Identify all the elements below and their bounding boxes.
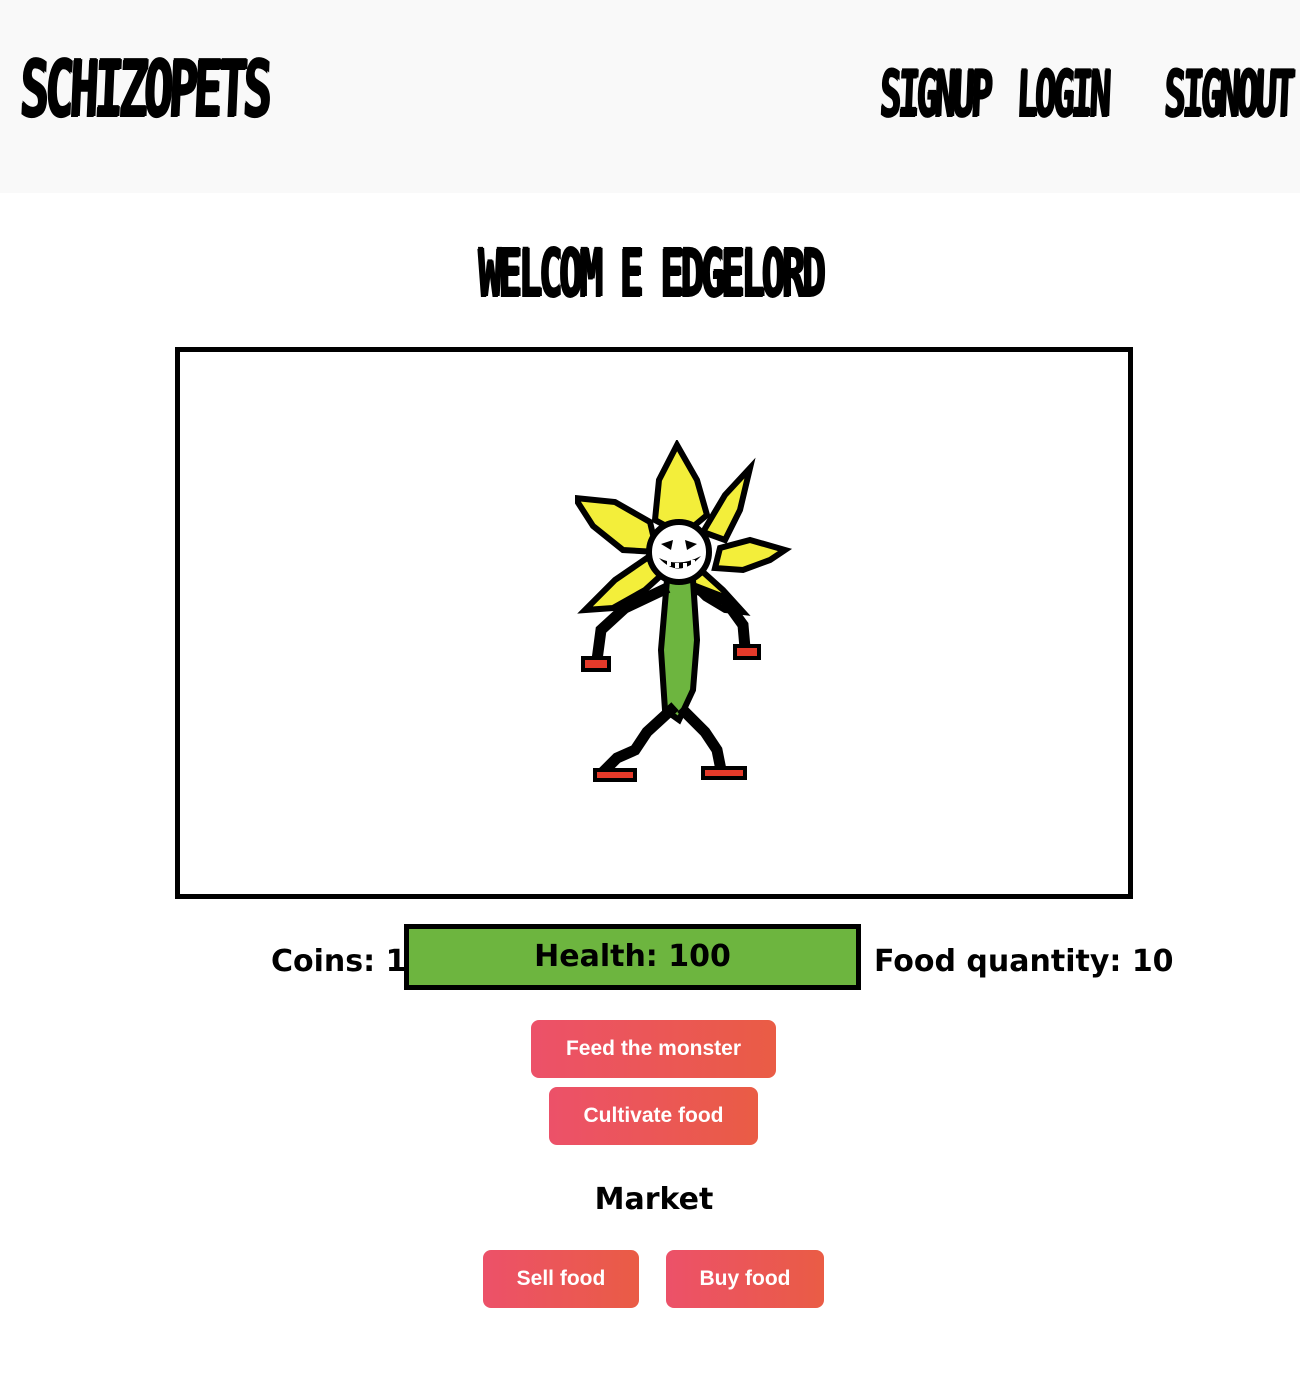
flower-monster-icon — [575, 440, 793, 782]
main-nav: SIGNUP LOGIN SIGNOUT — [842, 57, 1293, 131]
monster-stage — [175, 347, 1133, 899]
health-bar: Health: 100 — [404, 924, 861, 990]
nav-signup-link[interactable]: SIGNUP — [878, 57, 990, 131]
brand-logo[interactable]: SCHIZOPETS — [18, 44, 270, 134]
food-quantity: Food quantity: 10 — [874, 944, 1174, 979]
market-heading: Market — [594, 1182, 714, 1217]
coins-counter: Coins: 1 — [271, 944, 407, 979]
sell-food-button[interactable]: Sell food — [483, 1250, 639, 1308]
header-bar: SCHIZOPETS SIGNUP LOGIN SIGNOUT — [0, 0, 1300, 193]
nav-login-link[interactable]: LOGIN — [1015, 57, 1109, 131]
nav-signout-link[interactable]: SIGNOUT — [1163, 57, 1293, 131]
health-label: Health: 100 — [534, 939, 731, 974]
welcome-heading: WELCOM E EDGELORD — [477, 234, 826, 311]
cultivate-food-button[interactable]: Cultivate food — [549, 1087, 758, 1145]
buy-food-button[interactable]: Buy food — [666, 1250, 824, 1308]
feed-monster-button[interactable]: Feed the monster — [531, 1020, 776, 1078]
